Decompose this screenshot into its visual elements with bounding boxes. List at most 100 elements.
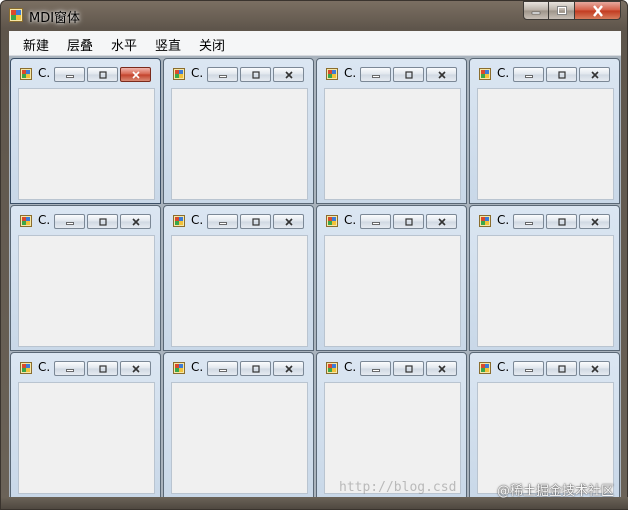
maximize-icon (404, 364, 413, 373)
child-client-area[interactable] (18, 235, 155, 347)
child-minimize-button[interactable] (207, 361, 238, 376)
child-client-area[interactable] (324, 382, 461, 494)
child-maximize-button[interactable] (87, 214, 118, 229)
child-app-icon (479, 68, 491, 80)
child-minimize-button[interactable] (513, 361, 544, 376)
close-icon (131, 70, 140, 79)
child-minimize-button[interactable] (513, 214, 544, 229)
child-maximize-button[interactable] (393, 67, 424, 82)
mdi-child-window[interactable]: C. (316, 205, 467, 351)
mdi-child-window[interactable]: C. (469, 58, 620, 204)
child-title: C. (191, 213, 204, 227)
maximize-button[interactable] (549, 1, 575, 20)
child-maximize-button[interactable] (87, 361, 118, 376)
close-button[interactable] (575, 1, 621, 20)
child-client-area[interactable] (171, 382, 308, 494)
child-maximize-button[interactable] (240, 361, 271, 376)
window-title: MDI窗体 (29, 11, 81, 26)
child-close-button[interactable] (579, 67, 610, 82)
child-maximize-button[interactable] (546, 361, 577, 376)
child-title: C. (38, 66, 51, 80)
child-close-button[interactable] (120, 361, 151, 376)
close-icon (131, 217, 140, 226)
child-client-area[interactable] (477, 88, 614, 200)
child-maximize-button[interactable] (546, 67, 577, 82)
child-app-icon (20, 362, 32, 374)
maximize-icon (404, 70, 413, 79)
child-minimize-button[interactable] (513, 67, 544, 82)
child-client-area[interactable] (324, 88, 461, 200)
mdi-child-window[interactable]: C. (469, 352, 620, 498)
mdi-child-window[interactable]: C. (316, 58, 467, 204)
child-minimize-button[interactable] (360, 67, 391, 82)
child-app-icon (173, 215, 185, 227)
mdi-child-window[interactable]: C. (10, 352, 161, 498)
child-close-button[interactable] (426, 67, 457, 82)
child-maximize-button[interactable] (240, 67, 271, 82)
minimize-icon (218, 221, 227, 225)
child-client-area[interactable] (171, 88, 308, 200)
child-maximize-button[interactable] (546, 214, 577, 229)
child-maximize-button[interactable] (393, 214, 424, 229)
child-close-button[interactable] (579, 214, 610, 229)
close-icon (590, 217, 599, 226)
child-client-area[interactable] (324, 235, 461, 347)
maximize-icon (404, 217, 413, 226)
title-bar[interactable]: MDI窗体 (1, 1, 627, 29)
child-close-button[interactable] (426, 361, 457, 376)
child-close-button[interactable] (426, 214, 457, 229)
mdi-child-window[interactable]: C. (163, 352, 314, 498)
child-title: C. (344, 66, 357, 80)
minimize-icon (218, 368, 227, 372)
child-caption-buttons (207, 361, 306, 376)
child-close-button[interactable] (120, 214, 151, 229)
child-minimize-button[interactable] (207, 67, 238, 82)
child-close-button[interactable] (120, 67, 151, 82)
child-client-area[interactable] (171, 235, 308, 347)
child-minimize-button[interactable] (54, 67, 85, 82)
child-minimize-button[interactable] (360, 361, 391, 376)
close-icon (284, 364, 293, 373)
mdi-child-window[interactable]: C. (163, 58, 314, 204)
child-client-area[interactable] (477, 235, 614, 347)
child-client-area[interactable] (477, 382, 614, 494)
minimize-icon (371, 368, 380, 372)
child-close-button[interactable] (273, 361, 304, 376)
child-title: C. (497, 360, 510, 374)
child-maximize-button[interactable] (87, 67, 118, 82)
mdi-child-window[interactable]: C. (316, 352, 467, 498)
child-caption-buttons (207, 214, 306, 229)
child-client-area[interactable] (18, 88, 155, 200)
menu-item-close[interactable]: 关闭 (195, 35, 229, 54)
caption-buttons (523, 1, 621, 21)
child-maximize-button[interactable] (393, 361, 424, 376)
child-minimize-button[interactable] (54, 214, 85, 229)
child-app-icon (479, 362, 491, 374)
mdi-child-window[interactable]: C. (10, 205, 161, 351)
minimize-button[interactable] (523, 1, 549, 20)
child-minimize-button[interactable] (54, 361, 85, 376)
close-icon (437, 364, 446, 373)
mdi-child-window[interactable]: C. (469, 205, 620, 351)
menu-item-tile-horizontal[interactable]: 水平 (107, 35, 141, 54)
mdi-child-window[interactable]: C. (163, 205, 314, 351)
child-maximize-button[interactable] (240, 214, 271, 229)
child-title: C. (191, 360, 204, 374)
mdi-child-window[interactable]: C. (10, 58, 161, 204)
child-minimize-button[interactable] (207, 214, 238, 229)
child-title: C. (38, 213, 51, 227)
child-app-icon (326, 362, 338, 374)
child-caption-buttons (513, 361, 612, 376)
child-client-area[interactable] (18, 382, 155, 494)
menu-item-new[interactable]: 新建 (19, 35, 53, 54)
menu-item-cascade[interactable]: 层叠 (63, 35, 97, 54)
child-close-button[interactable] (273, 67, 304, 82)
child-caption-buttons (360, 67, 459, 82)
child-close-button[interactable] (273, 214, 304, 229)
minimize-icon (524, 221, 533, 225)
child-minimize-button[interactable] (360, 214, 391, 229)
child-close-button[interactable] (579, 361, 610, 376)
menu-item-tile-vertical[interactable]: 竖直 (151, 35, 185, 54)
minimize-icon (524, 368, 533, 372)
minimize-icon (65, 74, 74, 78)
